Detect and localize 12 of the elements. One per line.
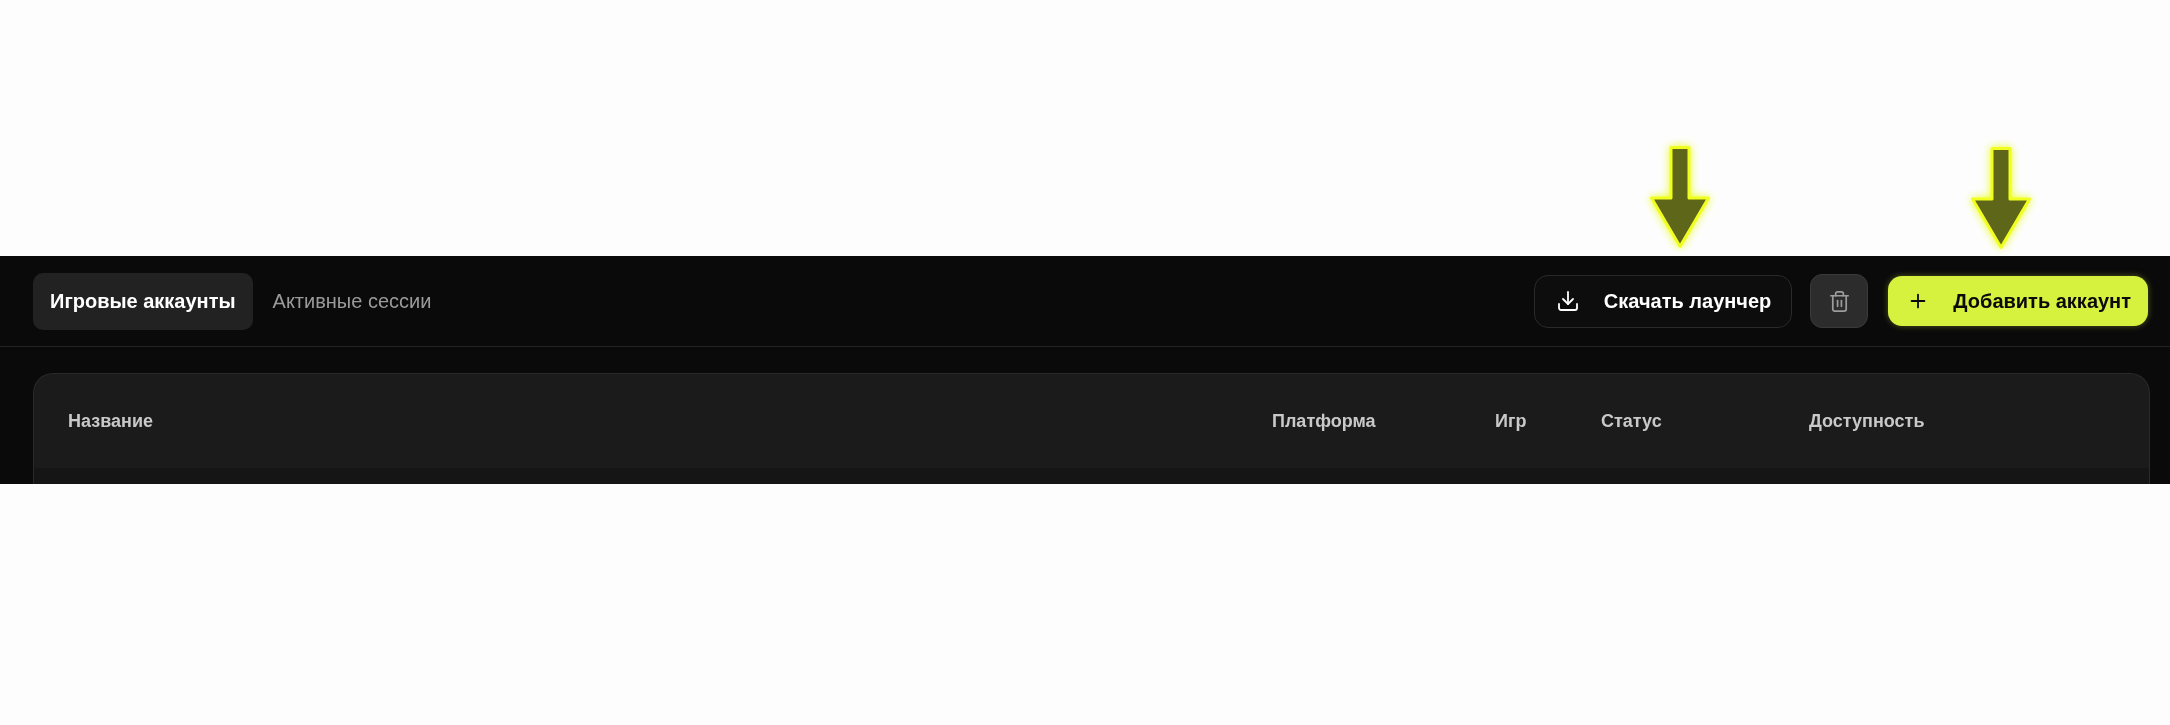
column-header: Название	[68, 409, 153, 433]
trash-icon	[1827, 289, 1851, 313]
column-header: Платформа	[1272, 409, 1376, 433]
download-launcher-button[interactable]: Скачать лаунчер	[1533, 274, 1793, 328]
delete-button[interactable]	[1810, 274, 1869, 328]
add-account-button[interactable]: Добавить аккаунт	[1888, 276, 2148, 326]
tab[interactable]: Активные сессии	[255, 272, 449, 330]
column-header: Игр	[1495, 409, 1527, 433]
column-header: Статус	[1601, 409, 1662, 433]
download-icon	[1555, 289, 1580, 313]
column-header: Доступность	[1809, 409, 1925, 433]
tab[interactable]: Игровые аккаунты	[33, 272, 253, 330]
